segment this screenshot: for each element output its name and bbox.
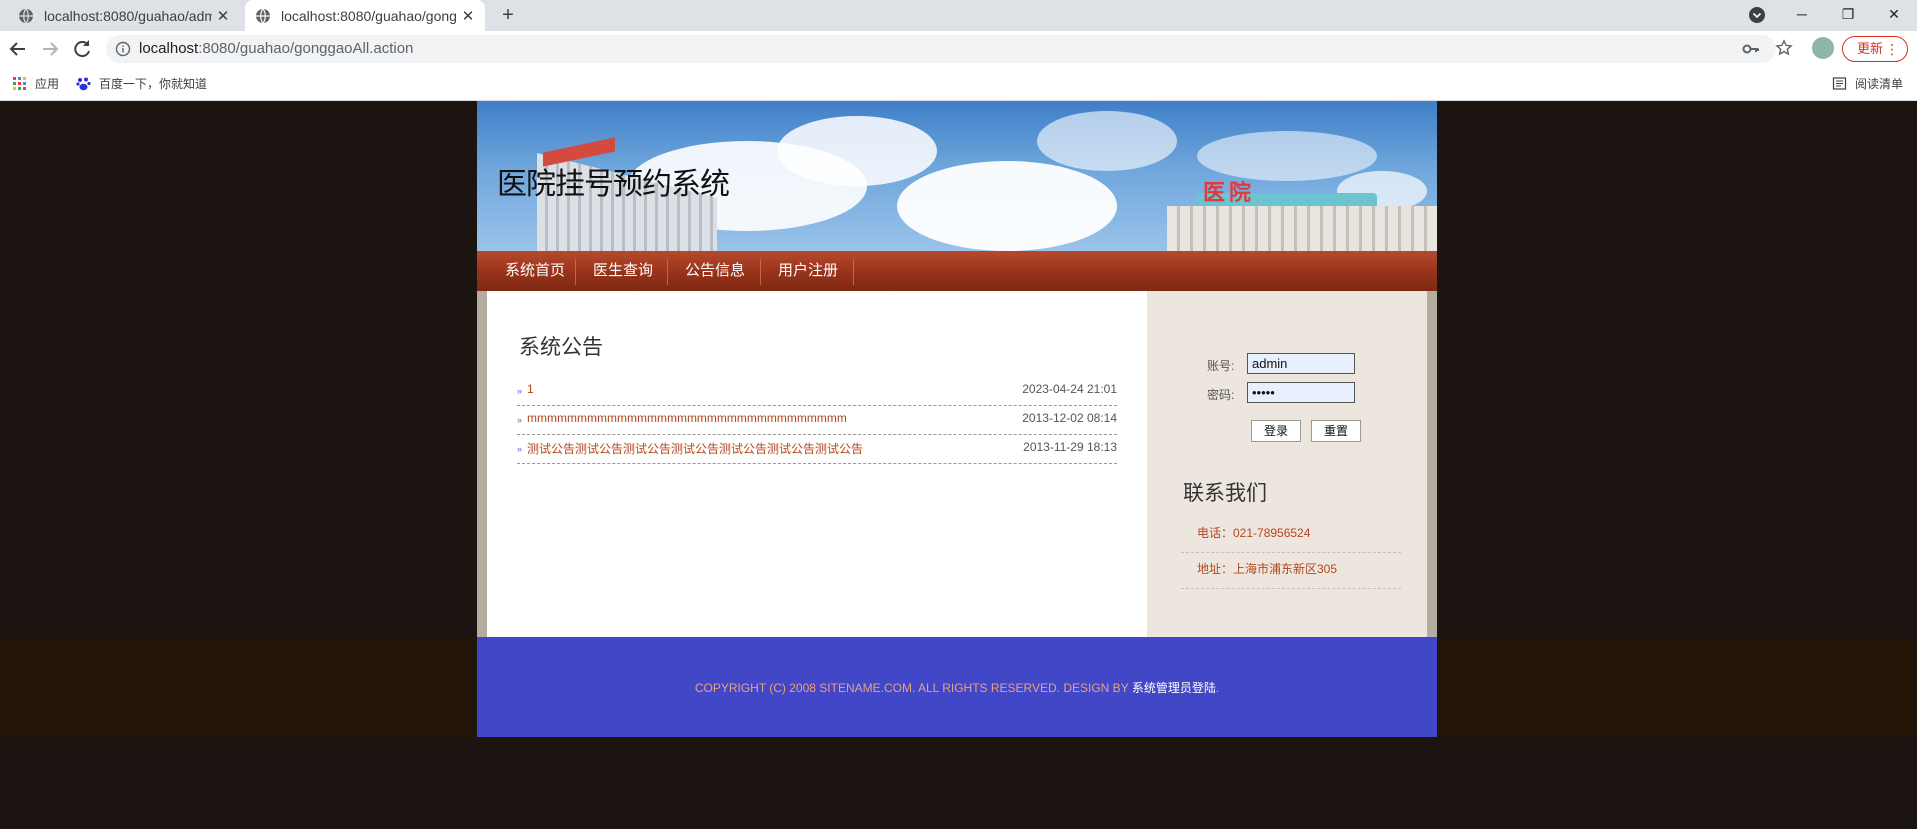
nav-notices[interactable]: 公告信息 [671, 251, 759, 291]
key-icon[interactable] [1742, 40, 1760, 58]
new-tab-button[interactable]: + [496, 4, 520, 28]
notices-heading: 系统公告 [519, 335, 603, 359]
sidebar: 账号: admin 密码: ••••• 登录 重置 联系我们 电话：021-78… [1147, 291, 1427, 637]
double-chevron-icon: » [517, 444, 523, 454]
admin-login-link[interactable]: 系统管理员登陆 [1132, 681, 1216, 695]
list-item: » mmmmmmmmmmmmmmmmmmmmmmmmmmmmmmmm 2013-… [517, 406, 1117, 435]
main-nav: 系统首页 医生查询 公告信息 用户注册 [477, 251, 1437, 291]
account-label: 账号: [1207, 359, 1235, 373]
bookmark-label: 应用 [35, 77, 60, 91]
site-container: 医院 医院挂号预约系统 系统首页 医生查询 公告信息 用户注册 系统公告 » 1 [477, 101, 1437, 737]
list-item: » 测试公告测试公告测试公告测试公告测试公告测试公告测试公告 2013-11-2… [517, 435, 1117, 464]
notice-list: » 1 2023-04-24 21:01 » mmmmmmmmmmmmmmmmm… [517, 377, 1117, 464]
globe-icon [256, 8, 270, 23]
header-banner: 医院 医院挂号预约系统 [477, 101, 1437, 251]
close-tab-icon[interactable]: ✕ [212, 7, 234, 25]
notice-date: 2013-11-29 18:13 [1023, 440, 1117, 454]
nav-divider [853, 259, 854, 285]
tab-strip: localhost:8080/guahao/admin/ ✕ localhost… [0, 0, 1917, 31]
nav-divider [575, 259, 576, 285]
copyright-label: COPYRIGHT (C) 2008 SITENAME.COM. ALL RIG… [694, 681, 1132, 695]
cloud-shape [777, 116, 937, 186]
info-icon[interactable] [115, 41, 131, 57]
notice-link[interactable]: 测试公告测试公告测试公告测试公告测试公告测试公告测试公告 [527, 440, 863, 457]
restore-icon[interactable]: ❐ [1825, 0, 1871, 31]
copyright-text: COPYRIGHT (C) 2008 SITENAME.COM. ALL RIG… [477, 679, 1437, 696]
login-button[interactable]: 登录 [1251, 420, 1301, 442]
url-path: :8080/guahao/gonggaoAll.action [198, 40, 414, 57]
browser-toolbar: localhost:8080/guahao/gonggaoAll.action … [0, 31, 1917, 67]
baidu-paw-icon [76, 77, 91, 91]
notice-date: 2013-12-02 08:14 [1022, 411, 1117, 425]
notice-link[interactable]: 1 [527, 382, 534, 396]
nav-divider [667, 259, 668, 285]
bookmark-star-icon[interactable] [1775, 39, 1793, 57]
content-area: 系统公告 » 1 2023-04-24 21:01 » mmmmmmmmmmmm… [477, 291, 1437, 637]
forward-arrow-icon[interactable] [38, 37, 62, 61]
contact-address: 地址：上海市浦东新区305 [1181, 553, 1401, 589]
site-title: 医院挂号预约系统 [497, 167, 730, 202]
nav-register[interactable]: 用户注册 [764, 251, 852, 291]
bookmarks-bar: 应用 百度一下，你就知道 阅读清单 [0, 67, 1917, 101]
minimize-icon[interactable]: ─ [1779, 0, 1825, 31]
close-tab-icon[interactable]: ✕ [457, 7, 479, 25]
nav-home[interactable]: 系统首页 [491, 251, 579, 291]
notice-date: 2023-04-24 21:01 [1022, 382, 1117, 396]
nav-divider [760, 259, 761, 285]
profile-avatar[interactable] [1812, 37, 1834, 59]
update-label: 更新 [1857, 41, 1884, 56]
cloud-shape [1197, 131, 1377, 181]
list-item: » 1 2023-04-24 21:01 [517, 377, 1117, 406]
hospital-building-right [1167, 206, 1437, 251]
copyright-end: . [1215, 681, 1220, 695]
nav-doctor-search[interactable]: 医生查询 [579, 251, 667, 291]
notices-panel: 系统公告 » 1 2023-04-24 21:01 » mmmmmmmmmmmm… [487, 291, 1147, 637]
account-input[interactable]: admin [1247, 353, 1355, 374]
bookmark-apps[interactable]: 应用 [12, 75, 59, 92]
contact-heading: 联系我们 [1183, 481, 1267, 505]
cloud-shape [1037, 111, 1177, 171]
address-bar[interactable]: localhost:8080/guahao/gonggaoAll.action [106, 35, 1776, 63]
double-chevron-icon: » [517, 386, 523, 396]
more-menu-icon: ⋮ [1885, 41, 1899, 57]
cloud-shape [897, 161, 1117, 251]
update-button[interactable]: 更新 ⋮ [1842, 36, 1908, 62]
page-viewport: 医院 医院挂号预约系统 系统首页 医生查询 公告信息 用户注册 系统公告 » 1 [0, 101, 1917, 829]
reset-button[interactable]: 重置 [1311, 420, 1361, 442]
tab-title: localhost:8080/guahao/admin/ [44, 7, 212, 24]
password-input[interactable]: ••••• [1247, 382, 1355, 403]
reload-icon[interactable] [70, 37, 94, 61]
reading-list-icon [1832, 77, 1847, 90]
tab-gonggao[interactable]: localhost:8080/guahao/gonggaoAll.action … [245, 0, 485, 31]
apps-grid-icon [13, 77, 26, 90]
password-label: 密码: [1207, 388, 1235, 402]
close-window-icon[interactable]: ✕ [1871, 0, 1917, 31]
tab-search-icon[interactable] [1748, 6, 1766, 24]
tab-title: localhost:8080/guahao/gonggaoAll.action [281, 7, 457, 24]
hospital-sign: 医院 [1203, 180, 1256, 205]
bookmark-label: 百度一下，你就知道 [99, 77, 208, 91]
reading-list-button[interactable]: 阅读清单 [1832, 75, 1903, 92]
reading-list-label: 阅读清单 [1855, 77, 1904, 91]
back-arrow-icon[interactable] [6, 37, 30, 61]
url-host: localhost [139, 40, 199, 57]
notice-link[interactable]: mmmmmmmmmmmmmmmmmmmmmmmmmmmmmmmm [527, 411, 847, 425]
double-chevron-icon: » [517, 415, 523, 425]
contact-phone: 电话：021-78956524 [1181, 517, 1401, 553]
tab-admin[interactable]: localhost:8080/guahao/admin/ ✕ [8, 0, 240, 31]
site-footer: COPYRIGHT (C) 2008 SITENAME.COM. ALL RIG… [477, 637, 1437, 737]
globe-icon [19, 8, 33, 23]
url-text: localhost:8080/guahao/gonggaoAll.action [139, 40, 413, 57]
bookmark-baidu[interactable]: 百度一下，你就知道 [76, 75, 207, 92]
